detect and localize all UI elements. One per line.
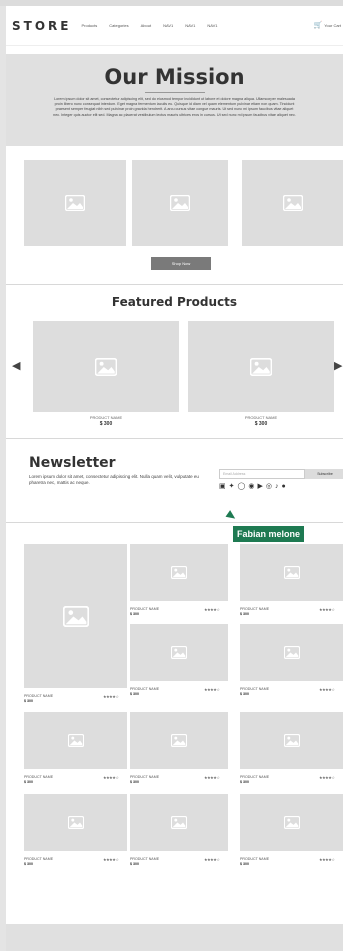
rating-stars: ★★★★☆ (103, 857, 119, 862)
product-name: PRODUCT NAME (240, 607, 270, 611)
product-price: $ 300 (24, 780, 33, 784)
product-price: $ 300 (24, 699, 33, 703)
product-price: $ 300 (240, 692, 249, 696)
image-icon (65, 195, 85, 211)
nav-link-products[interactable]: Products (81, 23, 97, 28)
featured-title: Featured Products (111, 295, 238, 309)
product-image[interactable] (130, 794, 228, 851)
rating-stars: ★★★★☆ (319, 607, 335, 612)
product-name: PRODUCT NAME (24, 694, 54, 698)
product-name: PRODUCT NAME (240, 857, 270, 861)
nav-link-nav1[interactable]: NAV1 (163, 23, 173, 28)
product-price: $ 300 (130, 780, 139, 784)
rating-stars: ★★★★☆ (103, 694, 119, 699)
hero-title: Our Mission (104, 65, 245, 89)
rating-stars: ★★★★☆ (319, 857, 335, 862)
section-divider (6, 438, 343, 439)
product-name: PRODUCT NAME (130, 857, 160, 861)
image-placeholder (132, 160, 228, 246)
newsletter-title: Newsletter (29, 455, 116, 471)
featured-product-price: $ 300 (254, 421, 268, 427)
image-icon (170, 195, 190, 211)
image-icon (95, 357, 117, 376)
product-image[interactable] (24, 544, 127, 688)
rating-stars: ★★★★☆ (204, 687, 220, 692)
rating-stars: ★★★★☆ (103, 775, 119, 780)
linkedin-icon[interactable]: ▣ (219, 483, 226, 491)
pinterest-icon[interactable]: ◎ (266, 483, 272, 491)
subscribe-button[interactable]: Subscribe (305, 469, 343, 479)
product-name: PRODUCT NAME (24, 857, 54, 861)
product-image[interactable] (24, 794, 127, 851)
top-nav: STORE Products Categories About NAV1 NAV… (6, 6, 343, 46)
product-name: PRODUCT NAME (240, 687, 270, 691)
rating-stars: ★★★★☆ (204, 775, 220, 780)
product-price: $ 300 (240, 780, 249, 784)
product-image[interactable] (130, 544, 228, 601)
store-page: STORE Products Categories About NAV1 NAV… (6, 6, 343, 951)
collaborator-cursor-icon (225, 510, 238, 522)
featured-product-name: PRODUCT NAME (89, 415, 123, 420)
carousel-next-arrow[interactable]: ▶ (334, 359, 342, 372)
hero-body: Lorem ipsum dolor sit amet, consectetur … (53, 97, 296, 117)
tiktok-icon[interactable]: ♪ (275, 483, 279, 491)
rating-stars: ★★★★☆ (319, 775, 335, 780)
cart-label: Your Cart (324, 22, 341, 28)
section-divider (6, 522, 343, 523)
nav-link-nav1[interactable]: NAV1 (207, 23, 217, 28)
product-image[interactable] (240, 544, 343, 601)
product-price: $ 300 (240, 612, 249, 616)
newsletter-text: Lorem ipsum dolor sit amet, consectetur … (29, 474, 199, 485)
nav-link-about[interactable]: About (141, 23, 151, 28)
reddit-icon[interactable]: ● (281, 483, 285, 491)
rating-stars: ★★★★☆ (204, 857, 220, 862)
nav-link-categories[interactable]: Categories (109, 23, 128, 28)
nav-link-nav1[interactable]: NAV1 (185, 23, 195, 28)
product-name: PRODUCT NAME (240, 775, 270, 779)
product-price: $ 300 (130, 862, 139, 866)
featured-product-name: PRODUCT NAME (244, 415, 278, 420)
product-image[interactable] (240, 712, 343, 769)
product-price: $ 300 (240, 862, 249, 866)
featured-product-price: $ 300 (99, 421, 113, 427)
mission-hero: Our Mission Lorem ipsum dolor sit amet, … (6, 54, 343, 146)
product-price: $ 300 (24, 862, 33, 866)
rating-stars: ★★★★☆ (319, 687, 335, 692)
product-name: PRODUCT NAME (130, 687, 160, 691)
store-logo[interactable]: STORE (12, 19, 71, 33)
product-image[interactable] (240, 624, 343, 681)
featured-product-image[interactable] (33, 321, 179, 412)
image-icon (282, 195, 303, 211)
social-icons: ▣ ✦ ◯ ◉ ▶ ◎ ♪ ● (219, 483, 286, 491)
cart-button[interactable]: 🛒 Your Cart (314, 21, 341, 29)
image-placeholder (242, 160, 343, 246)
carousel-prev-arrow[interactable]: ◀ (12, 359, 20, 372)
image-placeholder (24, 160, 126, 246)
product-name: PRODUCT NAME (130, 607, 160, 611)
collaborator-name-tag: Fabian melone (233, 526, 305, 542)
youtube-icon[interactable]: ▶ (257, 483, 262, 491)
footer (6, 924, 343, 951)
product-price: $ 300 (130, 692, 139, 696)
email-field[interactable]: Email Address (219, 469, 305, 479)
product-image[interactable] (130, 712, 228, 769)
featured-product-image[interactable] (188, 321, 334, 412)
shop-now-button[interactable]: Shop Now (151, 257, 211, 270)
instagram-icon[interactable]: ◯ (238, 483, 246, 491)
hero-divider (144, 92, 205, 93)
github-icon[interactable]: ◉ (248, 483, 254, 491)
product-name: PRODUCT NAME (24, 775, 54, 779)
cart-icon: 🛒 (313, 22, 323, 29)
twitter-icon[interactable]: ✦ (229, 483, 235, 491)
product-image[interactable] (24, 712, 127, 769)
product-name: PRODUCT NAME (130, 775, 160, 779)
image-icon (250, 357, 272, 376)
product-price: $ 300 (130, 612, 139, 616)
product-image[interactable] (130, 624, 228, 681)
rating-stars: ★★★★☆ (204, 607, 220, 612)
product-image[interactable] (240, 794, 343, 851)
section-divider (6, 284, 343, 285)
nav-links: Products Categories About NAV1 NAV1 NAV1 (81, 23, 229, 28)
